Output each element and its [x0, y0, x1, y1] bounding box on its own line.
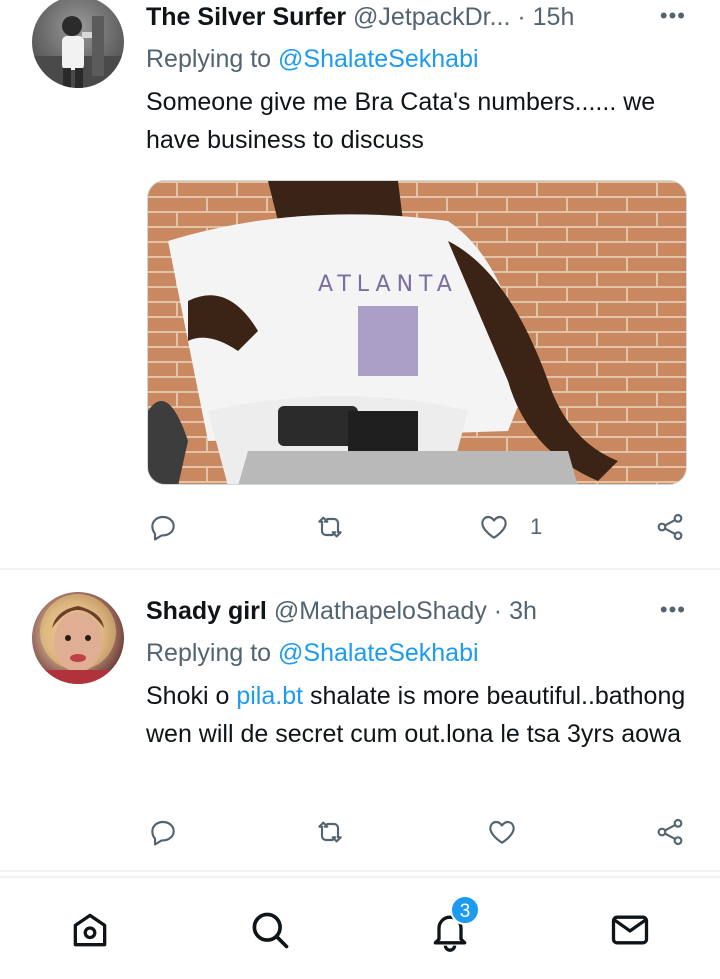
tweet-text: Shoki o pila.bt shalate is more beautifu…	[146, 677, 686, 753]
avatar[interactable]	[32, 592, 124, 684]
retweet-button[interactable]	[314, 812, 346, 852]
like-button[interactable]: 1	[478, 507, 542, 547]
display-name[interactable]: Shady girl	[146, 597, 267, 625]
tweet-media[interactable]: ATLANTA	[147, 180, 687, 485]
nav-search[interactable]	[248, 908, 292, 952]
more-options-icon[interactable]: •••	[660, 599, 686, 621]
retweet-icon	[318, 516, 342, 538]
tweet-header: The Silver Surfer @JetpackDr... · 15h	[146, 2, 574, 32]
reply-icon	[151, 820, 175, 846]
share-icon	[657, 513, 683, 541]
notification-badge: 3	[450, 895, 480, 925]
more-options-icon[interactable]: •••	[660, 5, 686, 27]
reply-icon	[151, 515, 175, 541]
timestamp[interactable]: 3h	[509, 597, 537, 625]
messages-icon	[611, 915, 649, 945]
tweet-actions: 1	[0, 507, 720, 547]
heart-icon	[481, 515, 507, 539]
user-handle[interactable]: @MathapeloShady	[274, 597, 487, 625]
separator-dot: ·	[517, 3, 526, 31]
nav-messages[interactable]	[608, 908, 652, 952]
retweet-button[interactable]	[314, 507, 346, 547]
reply-button[interactable]	[147, 507, 179, 547]
tweet-header: Shady girl @MathapeloShady · 3h	[146, 596, 537, 626]
separator-dot: ·	[493, 597, 503, 625]
share-button[interactable]	[654, 507, 686, 547]
replying-to-label: Replying to	[146, 45, 272, 73]
share-button[interactable]	[654, 812, 686, 852]
replying-to: Replying to @ShalateSekhabi	[146, 44, 479, 74]
tweet-link[interactable]: pila.bt	[236, 682, 303, 710]
timestamp[interactable]: 15h	[533, 3, 575, 31]
display-name[interactable]: The Silver Surfer	[146, 3, 346, 31]
tweet[interactable]: Shady girl @MathapeloShady · 3h ••• Repl…	[0, 570, 720, 870]
replying-to: Replying to @ShalateSekhabi	[146, 638, 479, 668]
mention-link[interactable]: @ShalateSekhabi	[278, 639, 479, 667]
heart-icon	[489, 820, 515, 844]
like-button[interactable]	[486, 812, 518, 852]
tweet-text-part: Shoki o	[146, 682, 237, 710]
tweet[interactable]: The Silver Surfer @JetpackDr... · 15h ••…	[0, 0, 720, 568]
media-image: ATLANTA	[148, 181, 686, 484]
nav-home[interactable]	[68, 908, 112, 952]
avatar-photo	[32, 594, 124, 684]
tweet-actions	[0, 812, 720, 852]
user-handle[interactable]: @JetpackDr...	[353, 3, 510, 31]
like-count: 1	[530, 514, 543, 539]
mention-link[interactable]: @ShalateSekhabi	[278, 45, 479, 73]
search-icon	[252, 912, 289, 949]
divider	[0, 870, 720, 872]
replying-to-label: Replying to	[146, 639, 272, 667]
reply-button[interactable]	[147, 812, 179, 852]
tweet-text: Someone give me Bra Cata's numbers......…	[146, 88, 656, 154]
bottom-nav	[0, 876, 720, 979]
shirt-print-text: ATLANTA	[318, 272, 458, 297]
retweet-icon	[318, 821, 342, 843]
avatar[interactable]	[32, 0, 124, 88]
home-icon	[73, 913, 107, 947]
avatar-photo	[32, 16, 124, 88]
share-icon	[657, 818, 683, 846]
